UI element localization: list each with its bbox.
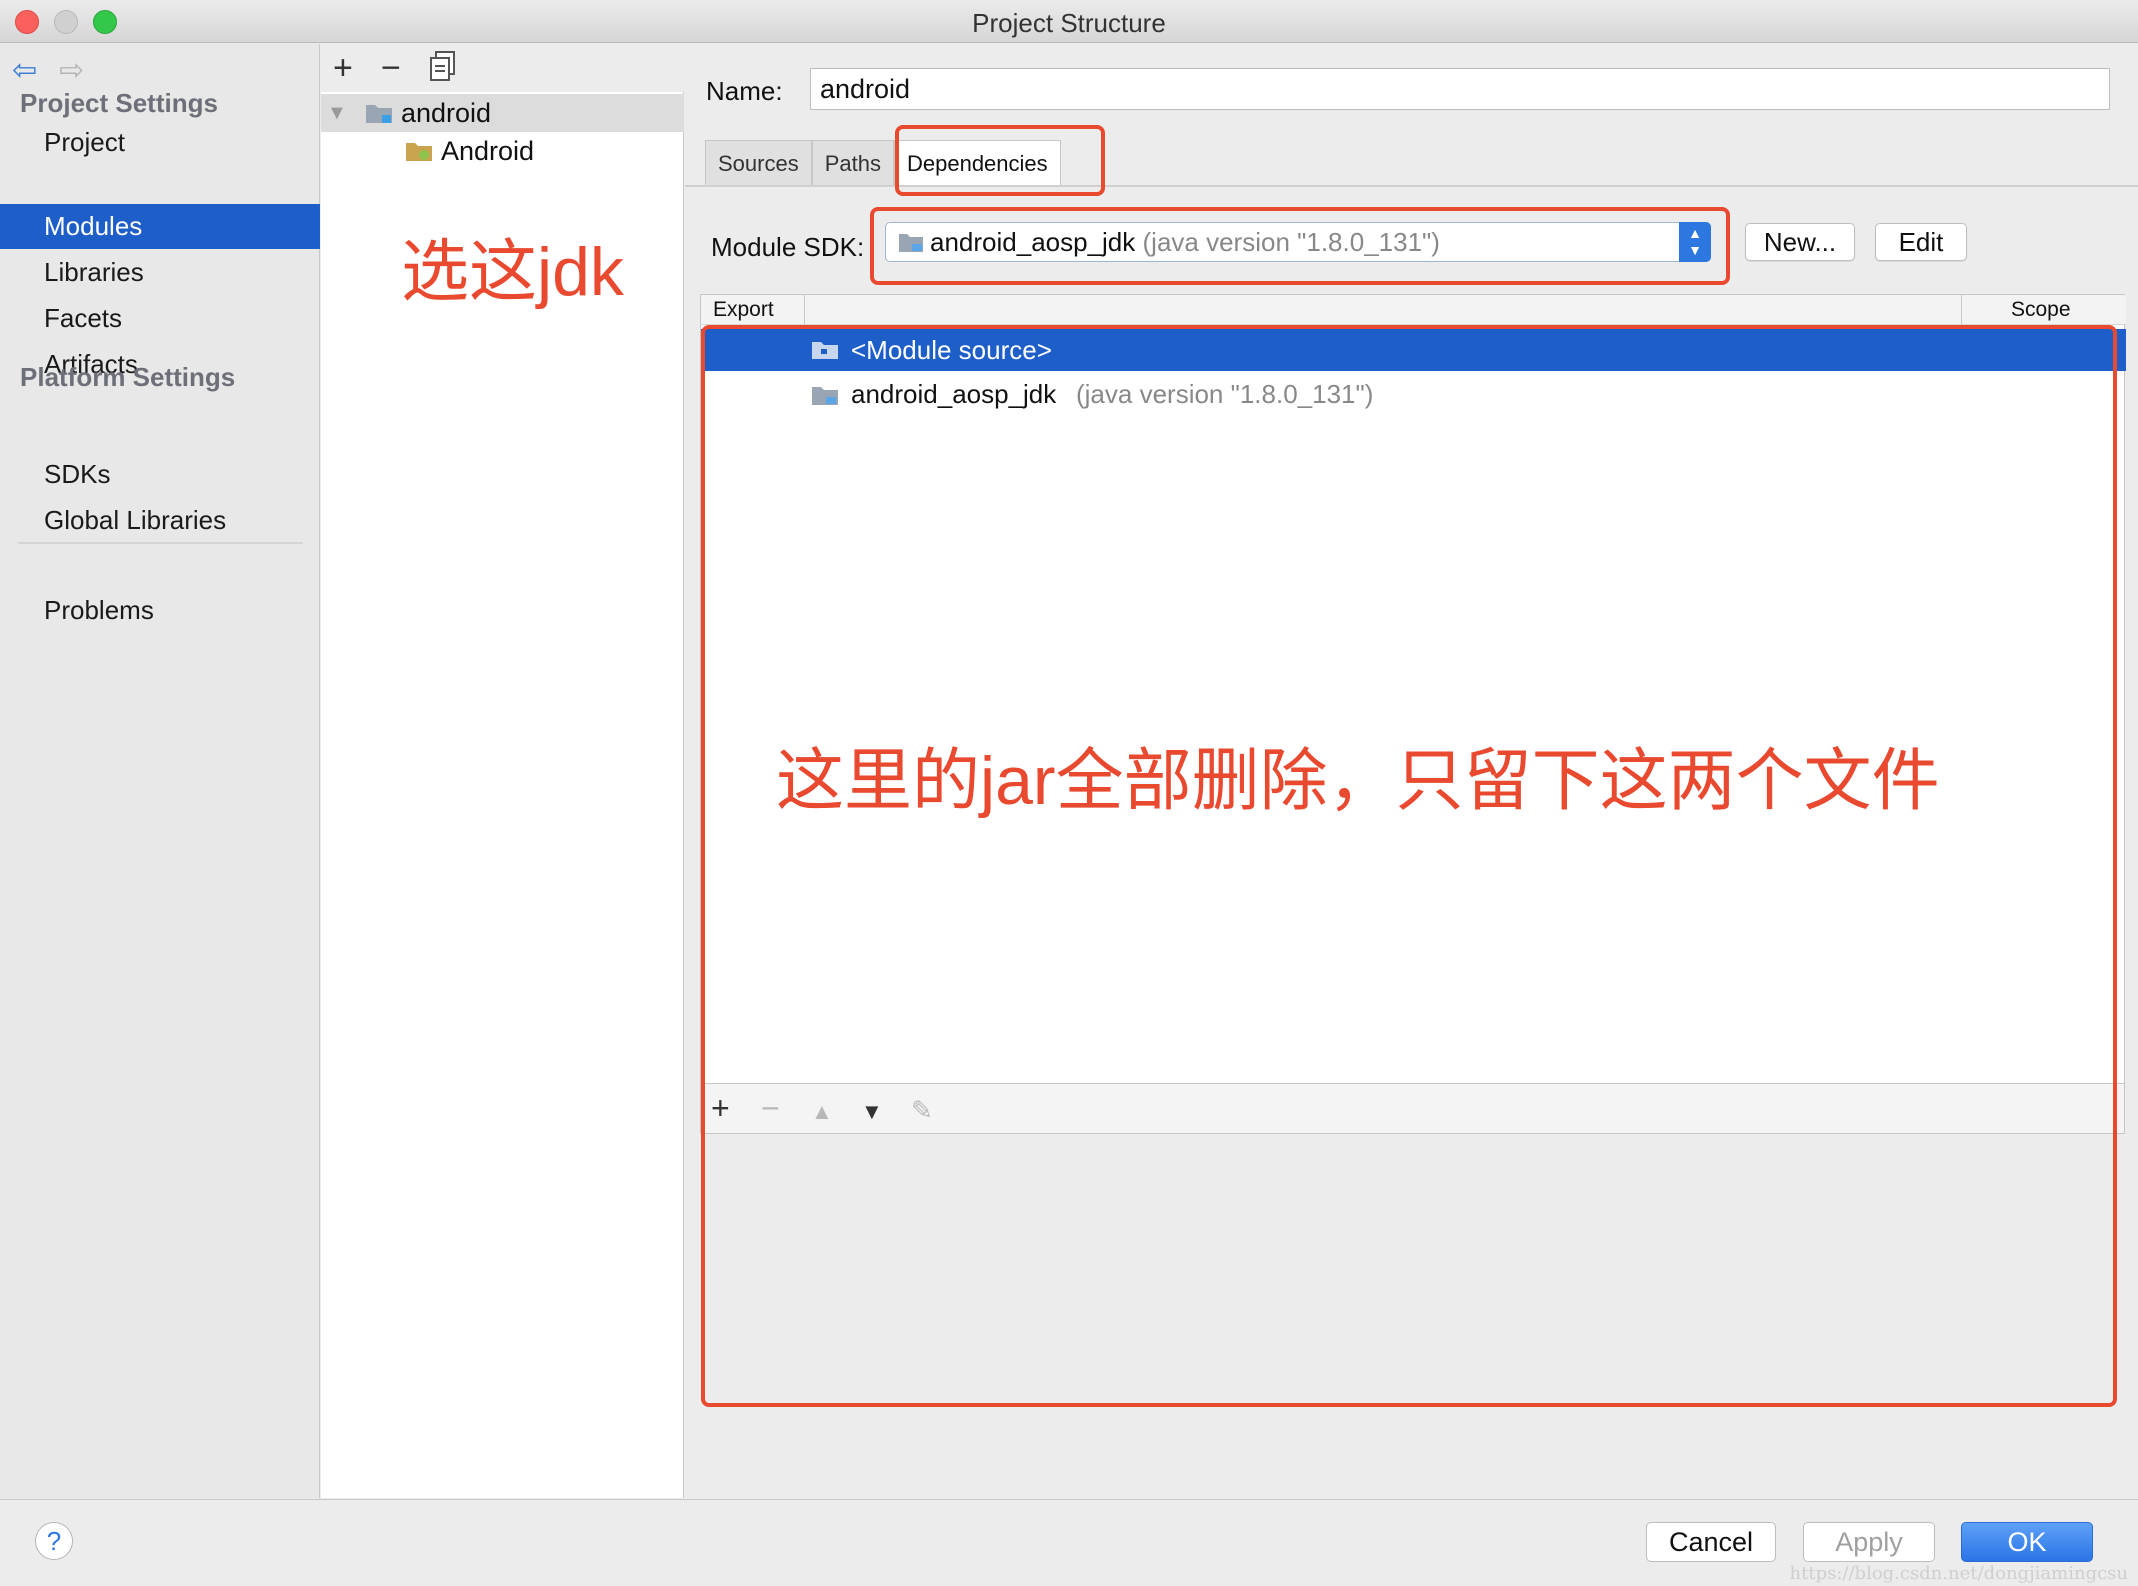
tab-dependencies[interactable]: Dependencies bbox=[893, 140, 1061, 186]
tree-item-android-facet[interactable]: Android bbox=[321, 132, 684, 170]
tab-paths[interactable]: Paths bbox=[811, 140, 894, 186]
module-settings-panel: Name: Sources Paths Dependencies Module … bbox=[685, 44, 2138, 1498]
sidebar-item-modules[interactable]: Modules bbox=[0, 204, 320, 249]
ok-button[interactable]: OK bbox=[1961, 1522, 2093, 1562]
sidebar-item-project[interactable]: Project bbox=[0, 120, 320, 165]
new-sdk-button[interactable]: New... bbox=[1745, 223, 1855, 261]
sidebar-item-sdks[interactable]: SDKs bbox=[0, 452, 320, 497]
sidebar-item-facets[interactable]: Facets bbox=[0, 296, 320, 341]
watermark-text: https://blog.csdn.net/dongjiamingcsu bbox=[1789, 1563, 2128, 1584]
edit-dependency-button[interactable]: ✎ bbox=[911, 1092, 933, 1128]
tree-item-label: android bbox=[401, 98, 492, 128]
apply-button[interactable]: Apply bbox=[1803, 1522, 1935, 1562]
project-settings-heading: Project Settings bbox=[20, 88, 218, 118]
expand-triangle-icon[interactable]: ▼ bbox=[327, 94, 347, 132]
module-source-folder-icon bbox=[812, 342, 838, 359]
sdk-folder-icon bbox=[899, 234, 923, 252]
settings-sidebar: ⇦ ⇨ Project Settings Project Modules Lib… bbox=[0, 44, 320, 1498]
dependency-name: <Module source> bbox=[851, 335, 1052, 365]
add-module-button[interactable]: + bbox=[333, 48, 353, 88]
sidebar-item-global-libraries[interactable]: Global Libraries bbox=[0, 498, 320, 543]
copy-module-button[interactable] bbox=[429, 50, 457, 91]
cancel-button[interactable]: Cancel bbox=[1646, 1522, 1776, 1562]
history-nav: ⇦ ⇨ bbox=[12, 56, 84, 86]
android-facet-icon bbox=[406, 143, 432, 161]
help-button[interactable]: ? bbox=[35, 1522, 73, 1560]
dependency-name: android_aosp_jdk bbox=[851, 379, 1057, 409]
name-label: Name: bbox=[706, 76, 783, 106]
move-down-button[interactable]: ▼ bbox=[861, 1094, 883, 1130]
sidebar-item-libraries[interactable]: Libraries bbox=[0, 250, 320, 295]
tree-toolbar: + − bbox=[321, 44, 684, 92]
dependencies-table: Export Scope <Module source> android_aos… bbox=[700, 294, 2126, 1084]
module-name-field[interactable] bbox=[810, 68, 2110, 110]
sdk-name: android_aosp_jdk bbox=[930, 227, 1136, 257]
edit-sdk-button[interactable]: Edit bbox=[1875, 223, 1967, 261]
module-sdk-dropdown[interactable]: android_aosp_jdk (java version "1.8.0_13… bbox=[885, 222, 1711, 262]
table-row[interactable]: android_aosp_jdk (java version "1.8.0_13… bbox=[701, 373, 2126, 415]
platform-settings-heading: Platform Settings bbox=[20, 362, 236, 392]
tabs-divider bbox=[685, 185, 2138, 187]
module-sdk-label: Module SDK: bbox=[711, 232, 865, 262]
sidebar-item-problems[interactable]: Problems bbox=[0, 588, 320, 633]
annotation-delete-jars: 这里的jar全部删除，只留下这两个文件 bbox=[776, 743, 1940, 819]
tab-sources[interactable]: Sources bbox=[705, 140, 812, 186]
move-up-button[interactable]: ▲ bbox=[811, 1094, 833, 1130]
tree-item-label: Android bbox=[441, 136, 535, 166]
sdk-folder-icon bbox=[812, 387, 838, 405]
table-header: Export Scope bbox=[701, 295, 2126, 325]
module-tabs: Sources Paths Dependencies bbox=[705, 140, 1061, 186]
forward-arrow-icon[interactable]: ⇨ bbox=[59, 56, 84, 86]
sidebar-divider bbox=[18, 542, 303, 544]
annotation-choose-jdk: 选这jdk bbox=[401, 234, 624, 310]
window-title: Project Structure bbox=[972, 8, 1166, 38]
column-separator bbox=[804, 295, 805, 325]
dependency-detail: (java version "1.8.0_131") bbox=[1076, 379, 1374, 409]
column-export[interactable]: Export bbox=[713, 295, 774, 325]
dependencies-toolbar: + − ▲ ▼ ✎ bbox=[700, 1084, 2125, 1134]
column-separator bbox=[1961, 295, 1962, 325]
dropdown-stepper-icon: ▲ ▼ bbox=[1679, 222, 1711, 262]
title-bar: Project Structure bbox=[0, 0, 2138, 43]
back-arrow-icon[interactable]: ⇦ bbox=[12, 56, 37, 86]
remove-module-button[interactable]: − bbox=[381, 48, 401, 88]
table-row[interactable]: <Module source> bbox=[701, 329, 2126, 371]
sdk-version: (java version "1.8.0_131") bbox=[1142, 227, 1440, 257]
dialog-footer: ? Cancel Apply OK https://blog.csdn.net/… bbox=[0, 1499, 2138, 1586]
remove-dependency-button[interactable]: − bbox=[761, 1090, 780, 1126]
tree-item-android-module[interactable]: ▼ android bbox=[321, 94, 684, 132]
column-scope[interactable]: Scope bbox=[2011, 295, 2071, 325]
copy-icon bbox=[430, 51, 455, 81]
module-folder-icon bbox=[366, 105, 392, 123]
module-tree-pane: + − ▼ android Android 选这jdk bbox=[321, 44, 684, 1498]
add-dependency-button[interactable]: + bbox=[711, 1090, 730, 1126]
